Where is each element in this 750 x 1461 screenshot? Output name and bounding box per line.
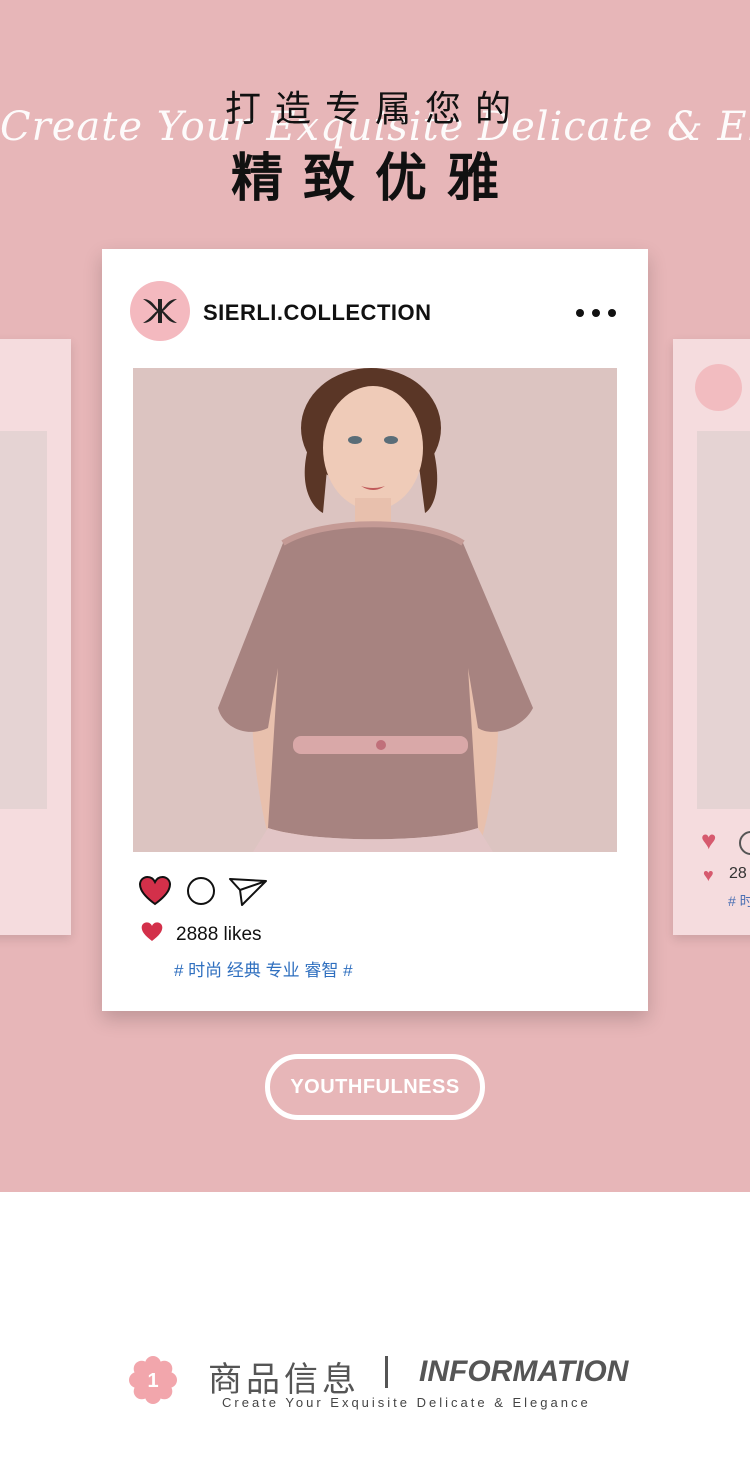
like-heart-icon: [141, 922, 163, 941]
side-likes-text: 28: [729, 865, 747, 882]
section-number: 1: [147, 1370, 158, 1392]
section-title-cn: 商品信息: [208, 1361, 360, 1399]
page: Create Your Exquisite Delicate & Eleganc…: [0, 0, 750, 1461]
badge-label: YOUTHFULNESS: [290, 1075, 460, 1098]
brand-logo-icon: [143, 299, 177, 323]
post-card: SIERLI.COLLECTION 2888 likes # 时尚 经典 专业 …: [102, 249, 648, 1011]
comment-icon[interactable]: [186, 876, 216, 906]
side-card-right: ♥ ♥ 28 # 时: [673, 339, 750, 935]
youthfulness-badge: YOUTHFULNESS: [265, 1054, 485, 1120]
flower-number-icon: 1: [129, 1356, 177, 1404]
likes-count: 2888 likes: [176, 924, 262, 945]
avatar[interactable]: [130, 281, 190, 341]
headline-line-1: 打造专属您的: [224, 89, 525, 130]
heart-icon[interactable]: [138, 875, 172, 907]
post-actions: [138, 875, 278, 909]
post-photo: [133, 368, 617, 852]
like-heart-icon: ♥: [703, 865, 714, 885]
side-card-left: [0, 339, 71, 935]
comment-icon: [739, 831, 750, 855]
headline-line-2: 精致优雅: [230, 149, 519, 209]
model-illustration: [133, 368, 617, 852]
side-hashtag-text: # 时: [728, 893, 750, 909]
side-card-photo: [697, 431, 750, 809]
account-name[interactable]: SIERLI.COLLECTION: [203, 300, 432, 326]
section-title-en: INFORMATION: [419, 1355, 629, 1388]
side-card-photo: [0, 431, 47, 809]
side-card-avatar: [695, 364, 742, 411]
section-divider: [385, 1356, 388, 1388]
hero-banner: Create Your Exquisite Delicate & Eleganc…: [0, 0, 750, 1192]
heart-icon: ♥: [701, 825, 717, 855]
share-icon[interactable]: [228, 875, 268, 907]
section-subtitle: Create Your Exquisite Delicate & Eleganc…: [222, 1395, 591, 1410]
more-options-icon[interactable]: [576, 303, 616, 323]
hashtags[interactable]: # 时尚 经典 专业 睿智 #: [174, 956, 353, 981]
